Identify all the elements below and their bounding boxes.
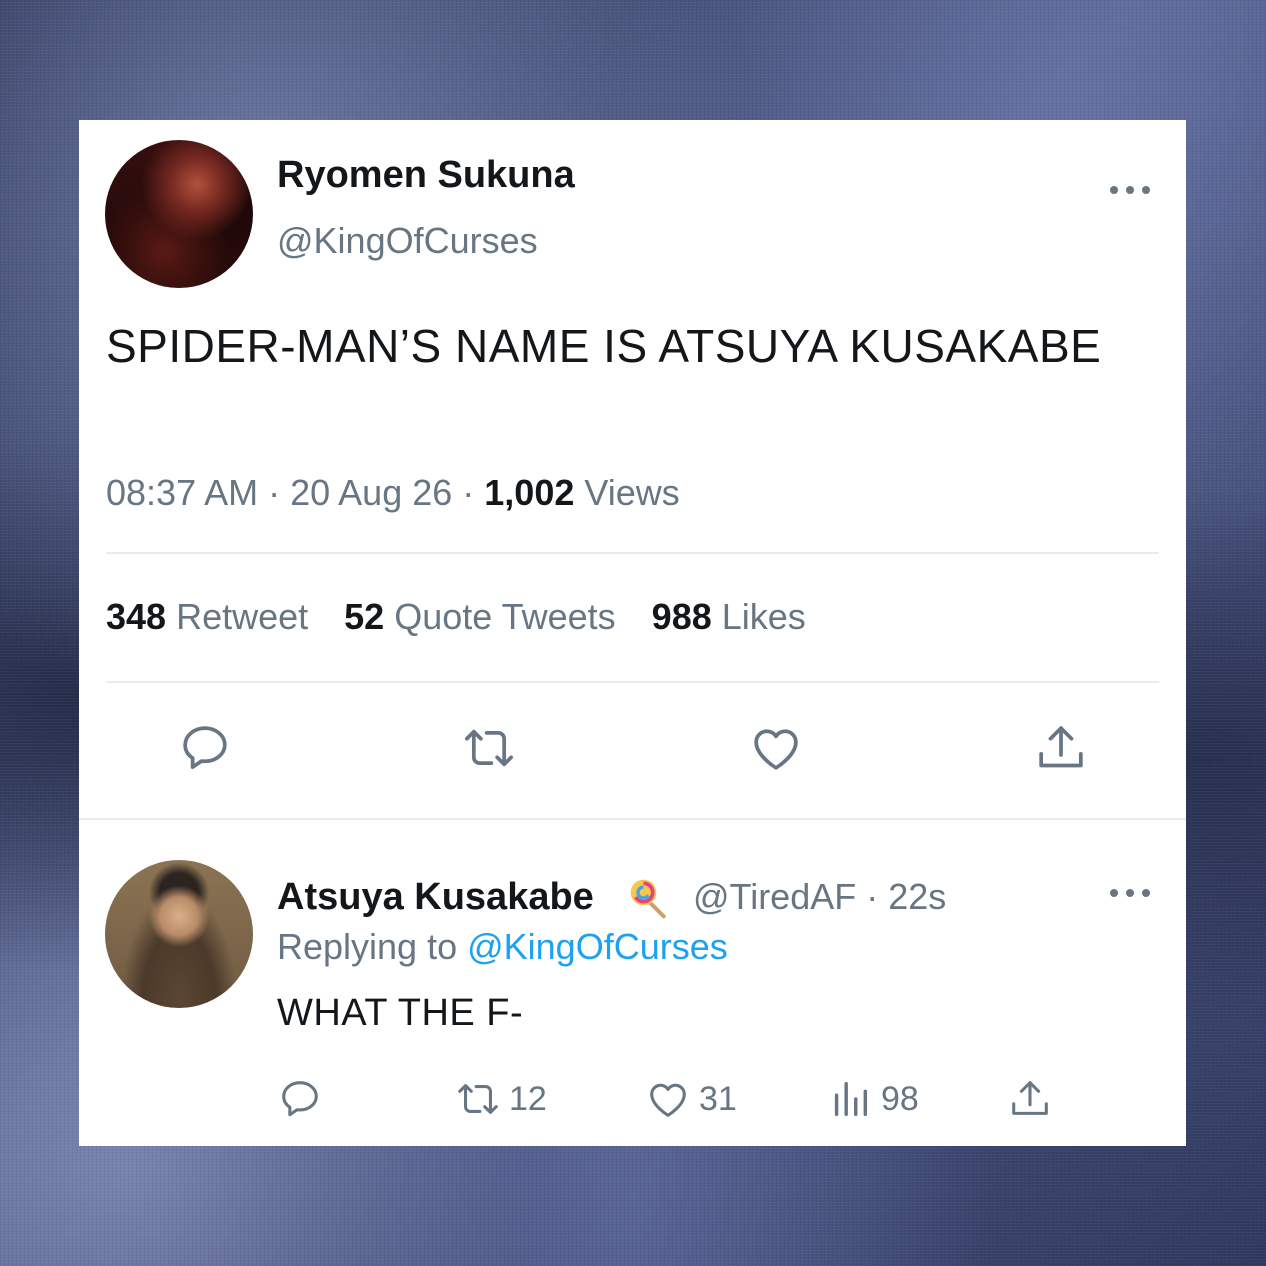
meta-separator: · — [258, 472, 291, 513]
likes-label: Likes — [711, 596, 806, 637]
share-icon — [1012, 1081, 1048, 1115]
author-handle[interactable]: @KingOfCurses — [277, 220, 538, 262]
reply-icon[interactable] — [177, 720, 233, 776]
author-name[interactable]: Ryomen Sukuna — [277, 154, 575, 197]
reply-author-name[interactable]: Atsuya Kusakabe — [277, 876, 594, 919]
quotes-count: 52 — [344, 596, 385, 637]
reply-share-button[interactable] — [1007, 1076, 1053, 1122]
more-options-icon[interactable] — [1110, 885, 1150, 901]
replying-to: Replying to @KingOfCurses — [277, 926, 728, 968]
lollipop-icon — [630, 879, 666, 919]
reply-text: WHAT THE F- — [277, 992, 524, 1034]
tweet-text: SPIDER-MAN’S NAME IS ATSUYA KUSAKABE — [106, 320, 1102, 372]
replying-prefix: Replying to — [277, 926, 468, 967]
reply-reply-button[interactable] — [277, 1076, 323, 1122]
reply-handle-time[interactable]: @TiredAF · 22s — [693, 876, 946, 918]
divider — [106, 552, 1159, 554]
avatar[interactable] — [105, 140, 253, 288]
quotes-stat[interactable]: 52 Quote Tweets — [344, 596, 616, 637]
quotes-label: Quote Tweets — [384, 596, 616, 637]
views-count: 98 — [881, 1079, 919, 1118]
replying-handle-link[interactable]: @KingOfCurses — [467, 926, 728, 967]
views-count: 1,002 — [484, 472, 575, 513]
likes-count: 988 — [651, 596, 712, 637]
tweet-meta: 08:37 AM · 20 Aug 26 · 1,002 Views — [106, 472, 680, 514]
divider — [79, 818, 1186, 820]
views-label: Views — [574, 472, 680, 513]
reply-retweet-button[interactable]: 12 — [455, 1076, 547, 1122]
retweets-stat[interactable]: 348 Retweet — [106, 596, 308, 637]
tweet-card: Ryomen Sukuna @KingOfCurses SPIDER-MAN’S… — [79, 120, 1186, 1146]
retweet-icon — [458, 1084, 498, 1114]
like-icon[interactable] — [748, 720, 804, 776]
tweet-stats: 348 Retweet 52 Quote Tweets 988 Likes — [106, 596, 806, 638]
share-icon[interactable] — [1033, 720, 1089, 776]
avatar[interactable] — [105, 860, 253, 1008]
likes-stat[interactable]: 988 Likes — [652, 596, 806, 637]
meta-separator: · — [452, 472, 485, 513]
divider — [106, 681, 1159, 683]
reply-views-button[interactable]: 98 — [827, 1076, 919, 1122]
retweet-count: 12 — [509, 1079, 547, 1118]
retweet-icon[interactable] — [461, 720, 517, 776]
reply-icon — [282, 1081, 318, 1117]
tweet-date: 20 Aug 26 — [290, 472, 453, 513]
views-icon — [834, 1081, 868, 1117]
retweets-count: 348 — [106, 596, 167, 637]
more-options-icon[interactable] — [1110, 182, 1150, 198]
like-count: 31 — [699, 1079, 737, 1118]
retweets-label: Retweet — [166, 596, 309, 637]
reply-like-button[interactable]: 31 — [645, 1076, 737, 1122]
tweet-time: 08:37 AM — [106, 472, 259, 513]
like-icon — [650, 1083, 686, 1117]
